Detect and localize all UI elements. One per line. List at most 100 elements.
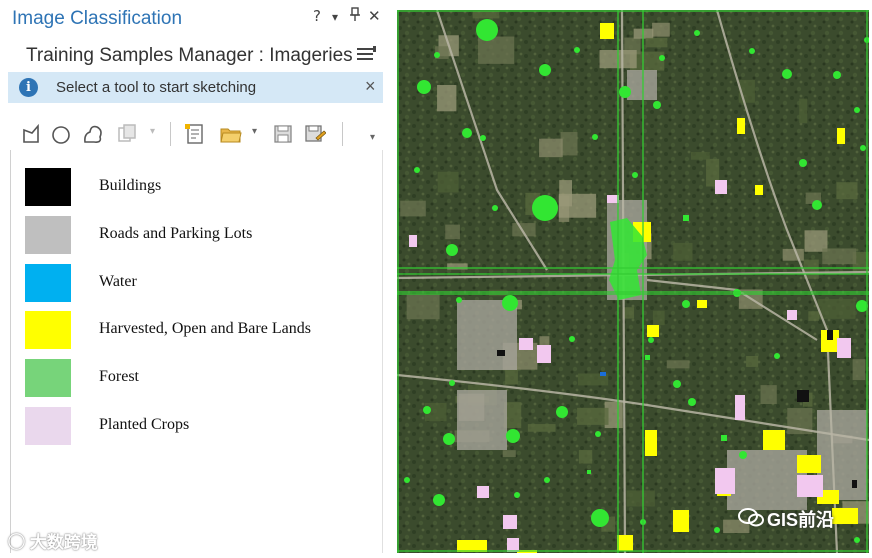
clearing-patch [406,294,440,320]
clearing-patch [645,37,668,48]
clearing-patch [817,298,856,319]
open-folder-icon[interactable] [220,122,242,146]
open-land-sample [697,300,707,308]
forest-sample-circle [856,300,868,312]
close-pane-button[interactable]: ✕ [368,7,381,25]
open-land-sample [673,510,689,532]
info-bar: i Select a tool to start sketching × [8,72,383,103]
forest-sample-circle [502,295,518,311]
forest-sample-circle [423,406,431,414]
forest-sample-square [645,355,650,360]
forest-sample-square [683,215,689,221]
open-land-sample [797,455,821,473]
open-dropdown-caret[interactable]: ▾ [252,126,257,137]
class-row-open-lands[interactable]: Harvested, Open and Bare Lands [25,311,365,353]
clearing-patch [652,22,670,37]
building-sample [797,390,809,402]
urban-area [817,410,867,500]
forest-sample-circle [595,431,601,437]
forest-sample-circle [648,337,654,343]
forest-sample-circle [833,71,841,79]
class-row-water[interactable]: Water [25,264,365,306]
forest-sample-circle [417,80,431,94]
forest-sample-circle [812,200,822,210]
clearing-patch [558,193,597,218]
water-sample [600,372,606,376]
forest-sample-circle [433,494,445,506]
clearing-patch [691,152,710,160]
watermark-left-text: 大数跨境 [29,533,98,552]
forest-sample-circle [591,509,609,527]
open-land-sample [617,535,633,551]
planted-crop-sample [715,180,727,194]
clearing-patch [782,248,804,261]
forest-sample-circle [443,433,455,445]
dismiss-info-button[interactable]: × [365,76,376,97]
forest-sample-circle [733,289,741,297]
clearing-patch [822,248,857,265]
toolbar-divider [342,122,343,146]
clearing-patch [527,424,556,432]
class-list: Buildings Roads and Parking Lots Water H… [10,150,383,553]
open-land-sample [647,325,659,337]
forest-sample-circle [449,380,455,386]
watermark-right-text: GIS前沿 [767,510,835,530]
forest-sample-circle [574,47,580,53]
select-segment-icon[interactable] [116,122,138,146]
clearing-patch [836,182,858,200]
save-icon[interactable] [272,122,294,146]
hamburger-menu-icon[interactable] [357,46,377,64]
circle-tool-icon[interactable] [50,122,72,146]
clearing-patch [760,385,777,405]
pane-options-dropdown[interactable]: ▾ [332,10,338,24]
forest-sample-circle [749,48,755,54]
forest-sample-circle [446,244,458,256]
select-dropdown-caret[interactable]: ▾ [150,126,155,137]
forest-sample-circle [414,167,420,173]
forest-sample-circle [539,64,551,76]
class-row-forest[interactable]: Forest [25,359,365,401]
forest-sample-square [721,435,727,441]
pin-button[interactable] [349,7,361,26]
class-swatch [25,311,71,349]
forest-sample-square [587,470,591,474]
open-land-sample [755,185,763,195]
class-row-roads[interactable]: Roads and Parking Lots [25,216,365,258]
forest-sample-circle [556,406,568,418]
toolbar-overflow-icon[interactable]: ▾ [370,132,375,143]
class-label: Roads and Parking Lots [99,225,253,242]
planted-crop-sample [787,310,797,320]
forest-sample-circle [532,195,558,221]
planted-crop-sample [409,235,417,247]
clearing-patch [852,359,866,381]
class-row-buildings[interactable]: Buildings [25,168,365,210]
planted-crop-sample [715,468,735,494]
sketch-toolbar: ▾ ▾ ▾ [12,118,384,150]
class-row-crops[interactable]: Planted Crops [25,407,365,449]
pane-subtitle: Training Samples Manager : Imageries [26,45,353,66]
planted-crop-sample [537,345,551,363]
clearing-patch [437,84,457,112]
clearing-patch [626,490,655,507]
forest-sample-circle [514,492,520,498]
satellite-imagery [397,10,869,553]
class-label: Buildings [99,177,162,194]
class-label: Planted Crops [99,416,190,433]
clearing-patch [400,200,426,217]
forest-sample-circle [456,297,462,303]
save-as-icon[interactable] [304,122,327,146]
clearing-patch [808,311,819,321]
clearing-patch [502,450,516,458]
info-icon: i [19,78,38,97]
planted-crop-sample [607,195,619,203]
help-button[interactable]: ? [313,7,321,25]
clearing-patch [746,355,759,367]
polygon-tool-icon[interactable] [20,122,42,146]
forest-sample-circle [462,128,472,138]
imagery-map-view[interactable] [397,10,869,553]
clearing-patch [489,289,507,297]
open-land-sample [763,430,785,450]
create-schema-icon[interactable] [184,122,206,146]
freehand-tool-icon[interactable] [82,122,104,146]
pane-header: Image Classification ? ▾ ✕ [0,0,390,36]
